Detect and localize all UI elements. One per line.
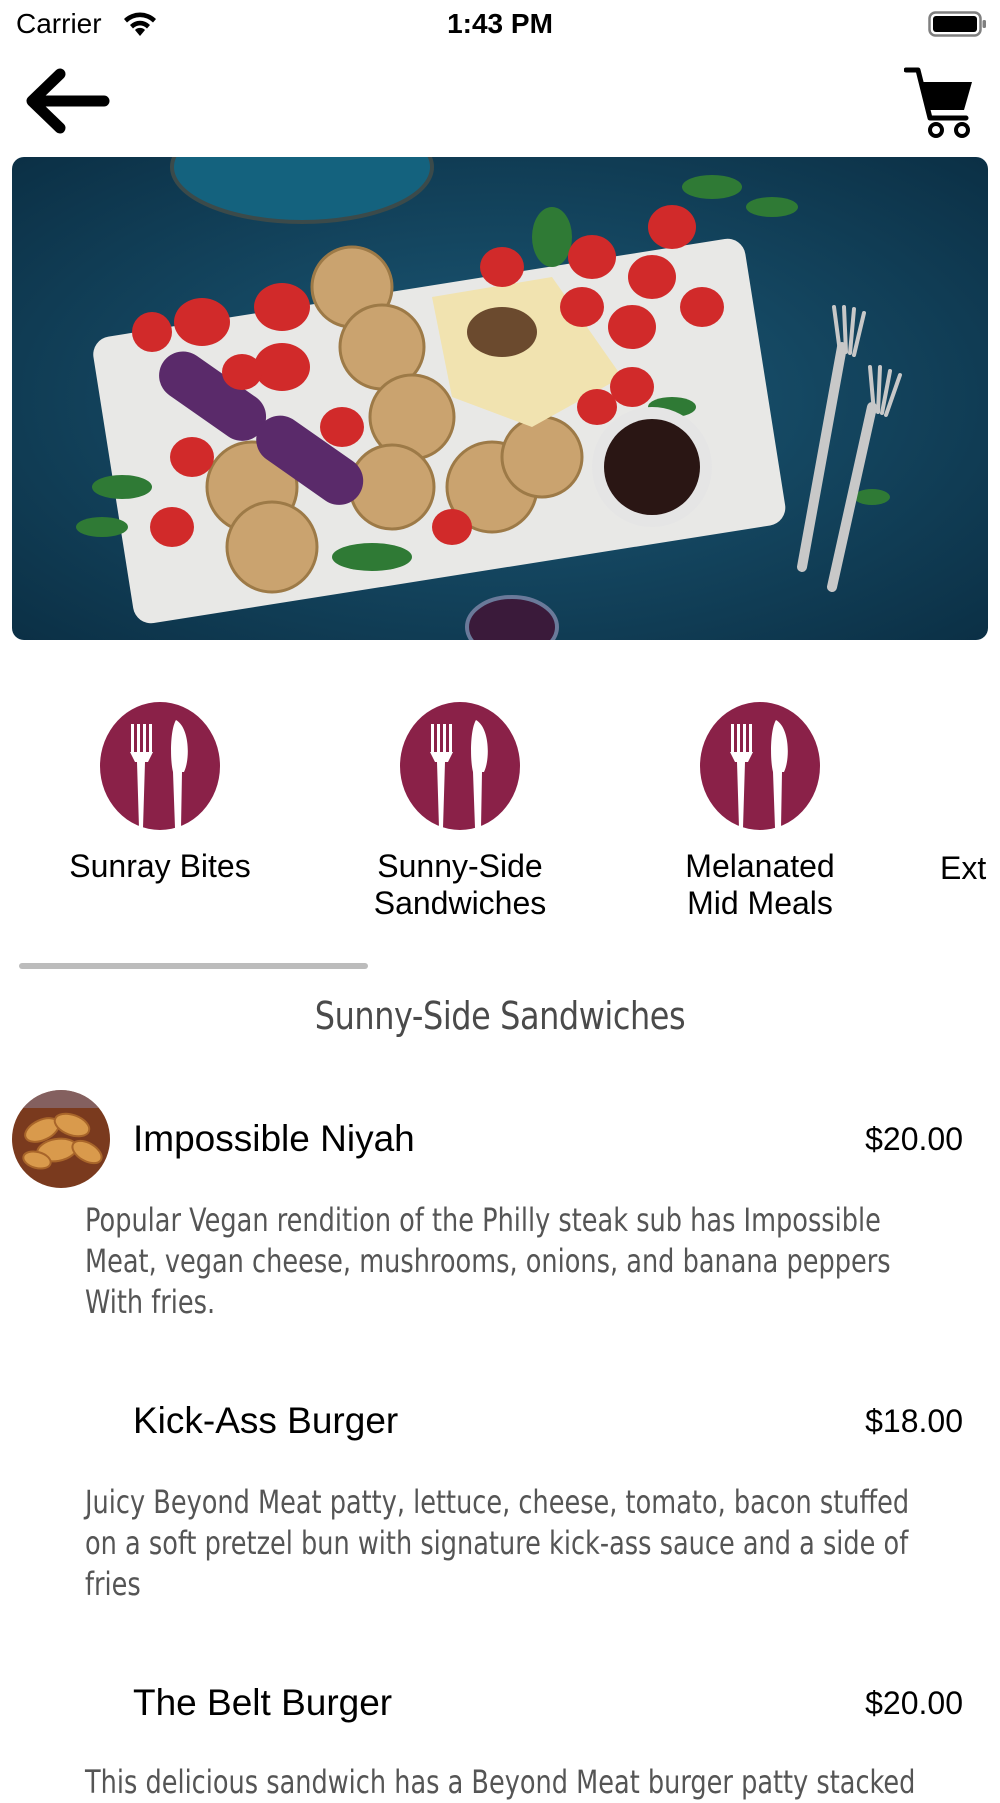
description-line: This delicious sandwich has a Beyond Mea…: [85, 1763, 916, 1801]
arrow-left-icon: [26, 68, 110, 134]
fork-knife-icon: [400, 702, 520, 830]
description-line: Juicy Beyond Meat patty, lettuce, cheese…: [85, 1483, 910, 1521]
menu-item-description: Popular Vegan rendition of the Philly st…: [85, 1200, 957, 1323]
section-title: Sunny-Side Sandwiches: [314, 994, 686, 1038]
category-label: Sunray Bites: [69, 848, 251, 884]
hero-image: [12, 157, 988, 640]
menu-item-name[interactable]: Impossible Niyah: [133, 1118, 415, 1160]
status-time: 1:43 PM: [447, 8, 553, 39]
description-line: Popular Vegan rendition of the Philly st…: [85, 1201, 881, 1239]
menu-item-price: $18.00: [865, 1403, 963, 1439]
category-label-line2: Mid Meals: [687, 885, 833, 921]
fork-knife-icon: [700, 702, 820, 830]
description-line: on a soft pretzel bun with signature kic…: [85, 1524, 909, 1562]
fork-knife-icon: [100, 702, 220, 830]
description-line: With fries.: [85, 1283, 216, 1321]
category-label-line1: Melanated: [685, 848, 835, 884]
description-line: fries: [85, 1565, 141, 1603]
battery-icon: [928, 10, 988, 43]
category-melanated-mid-meals[interactable]: Melanated Mid Meals: [630, 700, 890, 922]
cart-button[interactable]: [903, 66, 976, 140]
menu-item-price: $20.00: [865, 1685, 963, 1721]
item-thumbnail: [12, 1090, 110, 1188]
menu-item-name[interactable]: Kick-Ass Burger: [133, 1400, 398, 1442]
category-sunny-side-sandwiches[interactable]: Sunny-Side Sandwiches: [330, 700, 590, 922]
menu-item-price: $20.00: [865, 1121, 963, 1157]
menu-item-name[interactable]: The Belt Burger: [133, 1682, 392, 1724]
carousel-scroll-indicator[interactable]: [19, 963, 368, 969]
description-line: Meat, vegan cheese, mushrooms, onions, a…: [85, 1242, 891, 1280]
menu-item-description: Juicy Beyond Meat patty, lettuce, cheese…: [85, 1482, 957, 1605]
menu-item-description: This delicious sandwich has a Beyond Mea…: [85, 1762, 957, 1803]
category-label-line1: Sunny-Side: [377, 848, 543, 884]
category-label-line2: Sandwiches: [373, 885, 547, 921]
category-sunray-bites[interactable]: Sunray Bites: [30, 700, 290, 885]
category-partial-label[interactable]: Ext: [940, 850, 986, 887]
back-button[interactable]: [20, 62, 112, 142]
shopping-cart-icon: [903, 67, 972, 138]
